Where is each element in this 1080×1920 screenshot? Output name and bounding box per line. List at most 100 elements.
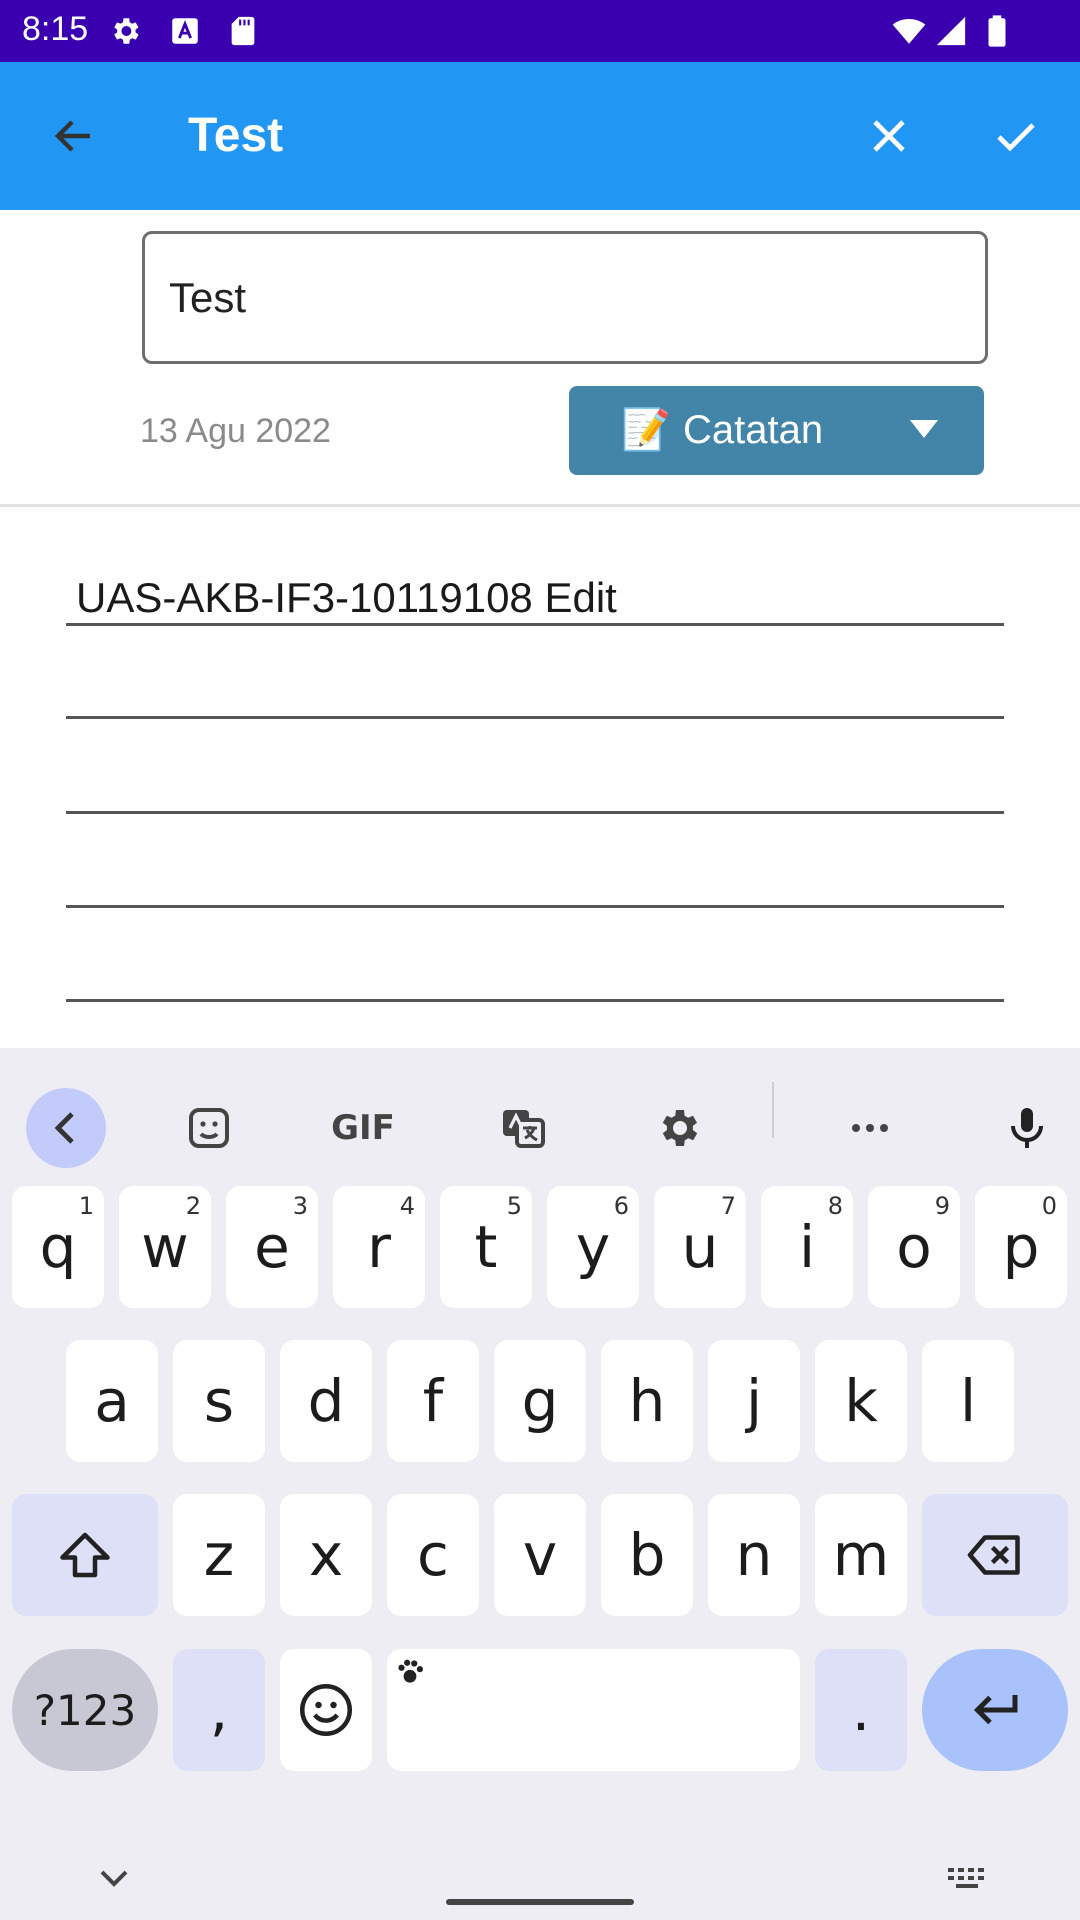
period-key[interactable]: . [815, 1649, 907, 1771]
battery-icon [980, 14, 1014, 48]
keyboard-switch-button[interactable] [928, 1838, 1008, 1918]
key-w[interactable]: w2 [119, 1186, 211, 1308]
key-hint: 1 [78, 1192, 94, 1220]
shift-key[interactable] [12, 1494, 158, 1616]
title-input-value: Test [169, 273, 247, 321]
key-label: y [575, 1213, 611, 1281]
status-bar: 8:15 [0, 0, 1080, 62]
voice-input-button[interactable] [987, 1088, 1067, 1168]
key-o[interactable]: o9 [868, 1186, 960, 1308]
a-badge-icon [168, 14, 202, 48]
translate-button[interactable] [483, 1088, 563, 1168]
date-label: 13 Agu 2022 [140, 412, 331, 450]
note-line [66, 905, 1004, 908]
key-q[interactable]: q1 [12, 1186, 104, 1308]
comma-key[interactable]: , [173, 1649, 265, 1771]
signal-icon [934, 14, 968, 48]
title-input[interactable]: Test [142, 231, 988, 364]
key-label: o [896, 1213, 932, 1281]
key-y[interactable]: y6 [547, 1186, 639, 1308]
key-hint: 0 [1041, 1192, 1057, 1220]
key-k[interactable]: k [815, 1340, 907, 1462]
space-key[interactable] [387, 1649, 800, 1771]
wifi-icon [892, 14, 926, 48]
key-p[interactable]: p0 [975, 1186, 1067, 1308]
emoji-key[interactable] [280, 1649, 372, 1771]
key-s[interactable]: s [173, 1340, 265, 1462]
toolbar-separator [772, 1082, 774, 1138]
key-label: q [39, 1213, 77, 1281]
key-i[interactable]: i8 [761, 1186, 853, 1308]
sd-card-icon [226, 14, 260, 48]
note-line [66, 623, 1004, 626]
sticker-button[interactable] [169, 1088, 249, 1168]
key-label: e [254, 1213, 290, 1281]
key-label: p [1002, 1213, 1040, 1281]
key-m[interactable]: m [815, 1494, 907, 1616]
back-button[interactable] [34, 96, 114, 176]
translate-icon [503, 1110, 545, 1148]
key-a[interactable]: a [66, 1340, 158, 1462]
more-button[interactable] [830, 1088, 910, 1168]
key-j[interactable]: j [708, 1340, 800, 1462]
key-f[interactable]: f [387, 1340, 479, 1462]
navigation-handle[interactable] [446, 1899, 634, 1905]
hide-keyboard-button[interactable] [74, 1838, 154, 1918]
enter-key[interactable] [922, 1649, 1068, 1771]
note-line-text: UAS-AKB-IF3-10119108 Edit [76, 574, 617, 621]
keyboard-back-button[interactable] [26, 1088, 106, 1168]
key-z[interactable]: z [173, 1494, 265, 1616]
key-u[interactable]: u7 [654, 1186, 746, 1308]
keyboard-settings-button[interactable] [638, 1088, 718, 1168]
key-hint: 8 [827, 1192, 843, 1220]
paw-icon [398, 1659, 424, 1683]
backspace-key[interactable] [922, 1494, 1068, 1616]
backspace-icon [967, 1535, 1020, 1575]
key-label: i [798, 1213, 816, 1281]
key-hint: 9 [934, 1192, 950, 1220]
check-icon [997, 123, 1035, 152]
key-hint: 5 [506, 1192, 522, 1220]
dropdown-arrow-icon [910, 420, 938, 438]
key-hint: 7 [720, 1192, 736, 1220]
mic-icon [1011, 1108, 1043, 1148]
back-arrow-icon [54, 120, 90, 152]
sticker-icon [189, 1108, 229, 1148]
category-label: Catatan [683, 408, 824, 452]
key-r[interactable]: r4 [333, 1186, 425, 1308]
chevron-left-icon [54, 1112, 74, 1144]
key-hint: 2 [185, 1192, 201, 1220]
key-h[interactable]: h [601, 1340, 693, 1462]
status-time: 8:15 [22, 10, 89, 48]
app-bar: Test [0, 62, 1080, 210]
key-t[interactable]: t5 [440, 1186, 532, 1308]
key-c[interactable]: c [387, 1494, 479, 1616]
key-label: r [367, 1213, 391, 1281]
key-d[interactable]: d [280, 1340, 372, 1462]
gif-button[interactable]: GIF [323, 1088, 403, 1168]
shift-icon [60, 1532, 110, 1578]
note-line [66, 716, 1004, 719]
key-label: t [474, 1213, 498, 1281]
key-e[interactable]: e3 [226, 1186, 318, 1308]
keyboard-icon [948, 1868, 984, 1888]
emoji-icon [300, 1684, 352, 1736]
key-l[interactable]: l [922, 1340, 1014, 1462]
cancel-button[interactable] [849, 96, 929, 176]
symbols-key[interactable]: ?123 [12, 1649, 158, 1771]
chevron-down-icon [100, 1870, 128, 1887]
key-g[interactable]: g [494, 1340, 586, 1462]
close-icon [873, 120, 905, 152]
more-icon [852, 1124, 888, 1132]
soft-keyboard: GIF q1 w2 e3 r4 t5 y6 u7 i8 o9 p0 a s d … [0, 1048, 1080, 1920]
page-title: Test [188, 109, 284, 162]
key-label: w [141, 1213, 189, 1281]
key-x[interactable]: x [280, 1494, 372, 1616]
category-dropdown[interactable]: 📝 Catatan [569, 386, 984, 475]
key-hint: 6 [613, 1192, 629, 1220]
save-button[interactable] [976, 96, 1056, 176]
key-v[interactable]: v [494, 1494, 586, 1616]
key-n[interactable]: n [708, 1494, 800, 1616]
settings-icon [108, 14, 142, 48]
key-b[interactable]: b [601, 1494, 693, 1616]
